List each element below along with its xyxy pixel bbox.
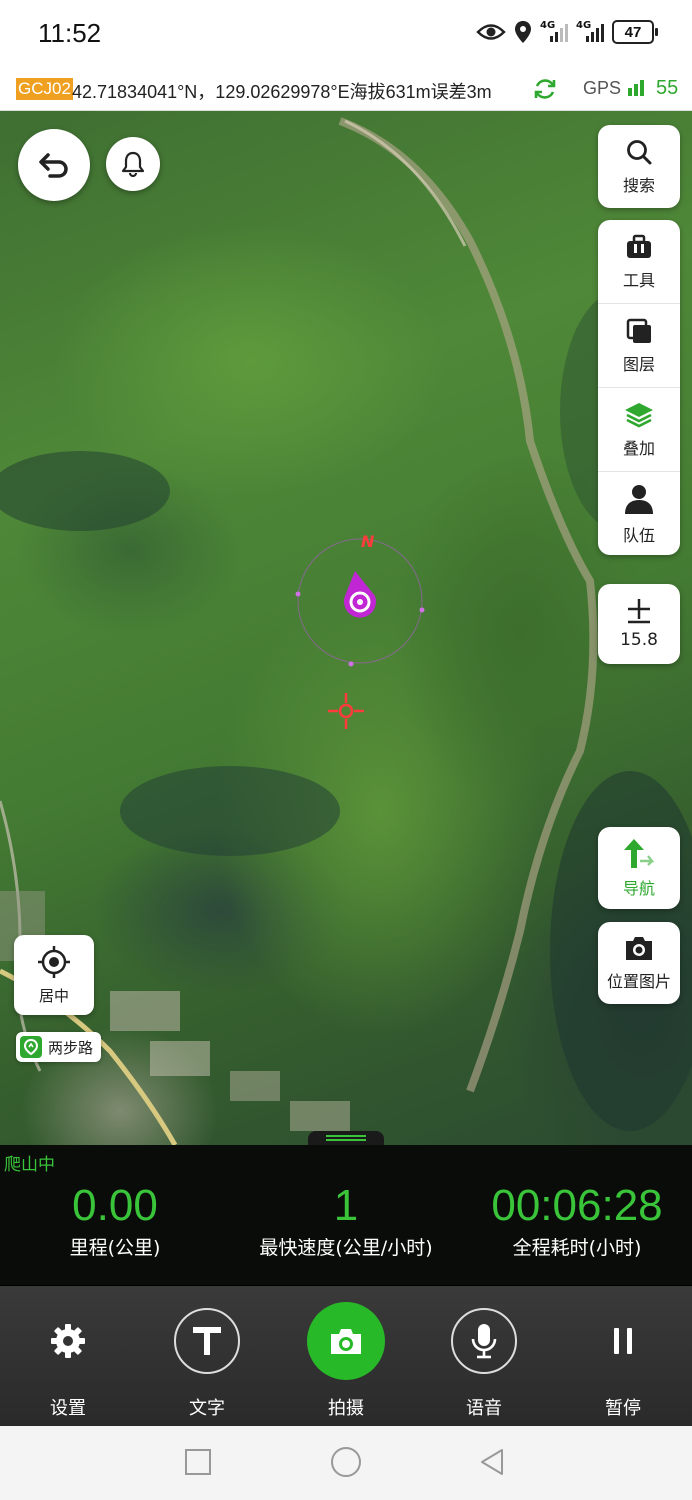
- text-t-icon: [193, 1327, 221, 1355]
- settings-label: 设置: [50, 1398, 86, 1419]
- layers-icon: [626, 318, 651, 343]
- speed-label: 最快速度(公里/小时): [259, 1237, 433, 1259]
- bottom-toolbar: 设置 文字 拍摄 语音 暂停: [0, 1286, 692, 1426]
- toolbox-icon: [627, 234, 651, 258]
- tools-button[interactable]: 工具: [598, 220, 680, 303]
- crs-badge: GCJ02: [16, 78, 73, 100]
- track-stats-panel: 爬山中 0.00 里程(公里) 1 最快速度(公里/小时) 00:06:28 全…: [0, 1145, 692, 1285]
- status-bar: 11:52 4G 4G 47: [0, 0, 692, 68]
- time-stat: 00:06:28 全程耗时(小时): [477, 1181, 677, 1260]
- home-circle-icon[interactable]: [330, 1446, 362, 1478]
- zoom-control[interactable]: 15.8: [598, 584, 680, 664]
- navigate-panel: 导航: [598, 827, 680, 909]
- signal-1: 4G: [540, 20, 568, 44]
- overlay-button[interactable]: 叠加: [598, 387, 680, 471]
- settings-icon-wrap: [35, 1308, 101, 1374]
- activity-state: 爬山中: [4, 1155, 55, 1175]
- layers-button[interactable]: 图层: [598, 303, 680, 387]
- zoom-button[interactable]: 15.8: [598, 584, 680, 664]
- bell-icon: [121, 151, 145, 178]
- brand-logo-icon: [20, 1036, 42, 1058]
- back-triangle-icon[interactable]: [478, 1448, 506, 1476]
- text-label: 文字: [189, 1398, 225, 1419]
- person-icon: [625, 484, 653, 514]
- navigation-arrow-icon: [624, 839, 655, 868]
- status-icons: 4G 4G 47: [476, 20, 658, 44]
- microphone-icon: [471, 1324, 497, 1359]
- camera-icon: [331, 1329, 361, 1354]
- voice-button[interactable]: 语音: [434, 1308, 534, 1420]
- map-view[interactable]: N 搜索 工具 图层 叠加 队伍 15.8 导航 位置图片 居中 两步路: [0, 111, 692, 1145]
- location-icon: [515, 21, 531, 43]
- camera-icon: [626, 937, 652, 960]
- team-button[interactable]: 队伍: [598, 471, 680, 555]
- shoot-label: 拍摄: [328, 1398, 364, 1419]
- time-value: 00:06:28: [491, 1181, 663, 1230]
- back-button[interactable]: [18, 129, 90, 201]
- layers-label: 图层: [622, 354, 655, 374]
- distance-stat: 0.00 里程(公里): [15, 1181, 215, 1260]
- gps-satellite-count: 55: [656, 77, 679, 99]
- refresh-icon[interactable]: [532, 76, 558, 102]
- back-arrow-icon: [39, 153, 68, 178]
- search-panel: 搜索: [598, 125, 680, 208]
- battery-level: 47: [624, 23, 642, 41]
- zoom-plus-minus-icon: [628, 599, 650, 624]
- shoot-button[interactable]: 拍摄: [296, 1302, 396, 1420]
- compass-north-label: N: [361, 532, 375, 551]
- gps-label: GPS: [583, 78, 622, 98]
- tools-label: 工具: [622, 270, 655, 290]
- pause-button[interactable]: 暂停: [573, 1308, 673, 1420]
- text-icon-wrap: [174, 1308, 240, 1374]
- voice-icon-wrap: [451, 1308, 517, 1374]
- location-photo-label: 位置图片: [606, 972, 671, 991]
- eye-icon: [476, 24, 506, 40]
- panel-drag-handle[interactable]: [308, 1131, 384, 1145]
- gear-icon: [51, 1324, 85, 1358]
- coordinate-readout: 42.71834041°N，129.02629978°E海拔631m误差3m: [72, 82, 492, 102]
- settings-button[interactable]: 设置: [18, 1308, 118, 1420]
- search-button[interactable]: 搜索: [598, 125, 680, 208]
- shoot-icon-wrap: [307, 1302, 385, 1380]
- navigate-button[interactable]: 导航: [598, 827, 680, 909]
- pause-icon: [614, 1328, 632, 1354]
- satellite-terrain: [0, 117, 692, 1145]
- gps-signal-icon: [628, 80, 644, 96]
- notification-button[interactable]: [106, 137, 160, 191]
- brand-label: 两步路: [48, 1038, 94, 1057]
- speed-stat: 1 最快速度(公里/小时): [226, 1181, 466, 1260]
- search-icon: [627, 139, 652, 164]
- location-photo-panel: 位置图片: [598, 922, 680, 1004]
- tools-panel: 工具 图层 叠加 队伍: [598, 220, 680, 555]
- text-button[interactable]: 文字: [157, 1308, 257, 1420]
- voice-label: 语音: [466, 1398, 502, 1419]
- location-photo-button[interactable]: 位置图片: [598, 922, 680, 1004]
- clock: 11:52: [38, 18, 102, 48]
- pause-icon-wrap: [590, 1308, 656, 1374]
- system-nav-bar: [0, 1426, 692, 1500]
- pause-label: 暂停: [605, 1398, 641, 1419]
- battery-icon: 47: [612, 20, 658, 44]
- signal-2: 4G: [576, 20, 604, 44]
- navigate-label: 导航: [622, 879, 655, 898]
- team-label: 队伍: [622, 525, 655, 545]
- distance-value: 0.00: [72, 1181, 158, 1230]
- speed-value: 1: [333, 1181, 359, 1230]
- center-button[interactable]: 居中: [14, 935, 94, 1015]
- recents-square-icon[interactable]: [184, 1448, 212, 1476]
- time-label: 全程耗时(小时): [512, 1237, 642, 1259]
- stack-icon: [625, 402, 653, 427]
- search-label: 搜索: [622, 175, 655, 195]
- distance-label: 里程(公里): [69, 1237, 161, 1259]
- zoom-level: 15.8: [620, 630, 658, 650]
- gps-info-bar: GCJ02 42.71834041°N，129.02629978°E海拔631m…: [0, 68, 692, 111]
- center-label: 居中: [38, 986, 69, 1005]
- brand-badge: 两步路: [16, 1032, 102, 1062]
- locate-crosshair-icon: [38, 945, 70, 978]
- overlay-label: 叠加: [622, 438, 655, 458]
